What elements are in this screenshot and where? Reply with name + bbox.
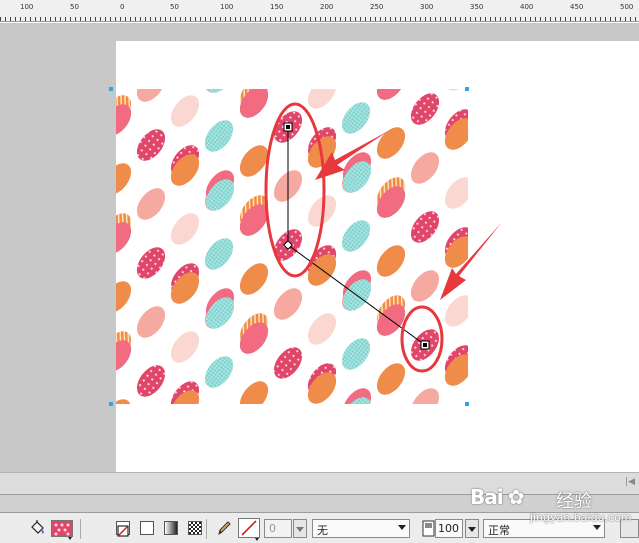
ruler-label: 100: [20, 3, 34, 11]
fill-color-dropdown-icon[interactable]: [68, 537, 72, 540]
opacity-icon: [422, 520, 435, 537]
toolbar-divider: [206, 519, 207, 539]
ruler-label: 400: [520, 3, 534, 11]
paint-bucket-icon[interactable]: [28, 518, 46, 538]
pattern-scale-handle-core: [423, 343, 427, 347]
ruler-label: 450: [570, 3, 584, 11]
stroke-width-value: 0: [269, 522, 276, 535]
watermark-logo-suffix: 经验: [556, 491, 592, 512]
ruler-label: 200: [320, 3, 334, 11]
pattern-skew-handle-core: [286, 125, 290, 129]
stroke-color-swatch[interactable]: [238, 518, 260, 538]
selection-handle-bottom-right[interactable]: [465, 402, 469, 406]
stroke-style-value: 无: [317, 524, 328, 537]
horizontal-ruler[interactable]: 100 50 0 50 100 150 200 250 300 350 400 450 500: [0, 0, 639, 22]
stroke-style-select[interactable]: 无: [312, 519, 410, 538]
opacity-spinner[interactable]: [465, 519, 479, 538]
blend-mode-value: 正常: [488, 524, 510, 537]
chevron-down-icon: [593, 525, 601, 530]
horizontal-scrollbar[interactable]: |◀: [0, 472, 639, 494]
ruler-label: 0: [120, 3, 125, 11]
ruler-label: 350: [470, 3, 484, 11]
stroke-width-input[interactable]: 0: [264, 519, 292, 538]
chevron-down-icon: [398, 525, 406, 530]
paw-icon: ✿: [507, 485, 525, 509]
gradient-fill-button[interactable]: [164, 521, 178, 535]
stroke-width-spinner[interactable]: [293, 519, 307, 538]
selection-handle-top-right[interactable]: [465, 87, 469, 91]
ruler-label: 250: [370, 3, 384, 11]
opacity-value: 100: [438, 522, 459, 535]
ruler-label: 50: [70, 3, 79, 11]
no-fill-button[interactable]: [116, 521, 130, 537]
watermark-logo: Bai: [470, 485, 504, 509]
scroll-end-icon[interactable]: |◀: [625, 477, 635, 487]
pattern-fill-button[interactable]: [188, 521, 202, 535]
fill-color-swatch[interactable]: [51, 520, 73, 537]
ruler-label: 300: [420, 3, 434, 11]
ruler-label: 100: [220, 3, 234, 11]
selection-handle-top-left[interactable]: [109, 87, 113, 91]
toolbar-divider: [80, 519, 81, 539]
selection-handle-bottom-left[interactable]: [109, 402, 113, 406]
opacity-input[interactable]: 100: [435, 519, 463, 538]
pencil-icon[interactable]: [216, 519, 232, 537]
solid-fill-button[interactable]: [140, 521, 154, 535]
stroke-color-dropdown-icon[interactable]: [255, 538, 259, 541]
baidu-jingyan-watermark: Bai ✿ 经验 jingyan.baidu.com: [470, 485, 632, 524]
ruler-label: 150: [270, 3, 284, 11]
ruler-label: 500: [620, 3, 634, 11]
watermark-url: jingyan.baidu.com: [530, 511, 632, 524]
ruler-label: 50: [170, 3, 179, 11]
